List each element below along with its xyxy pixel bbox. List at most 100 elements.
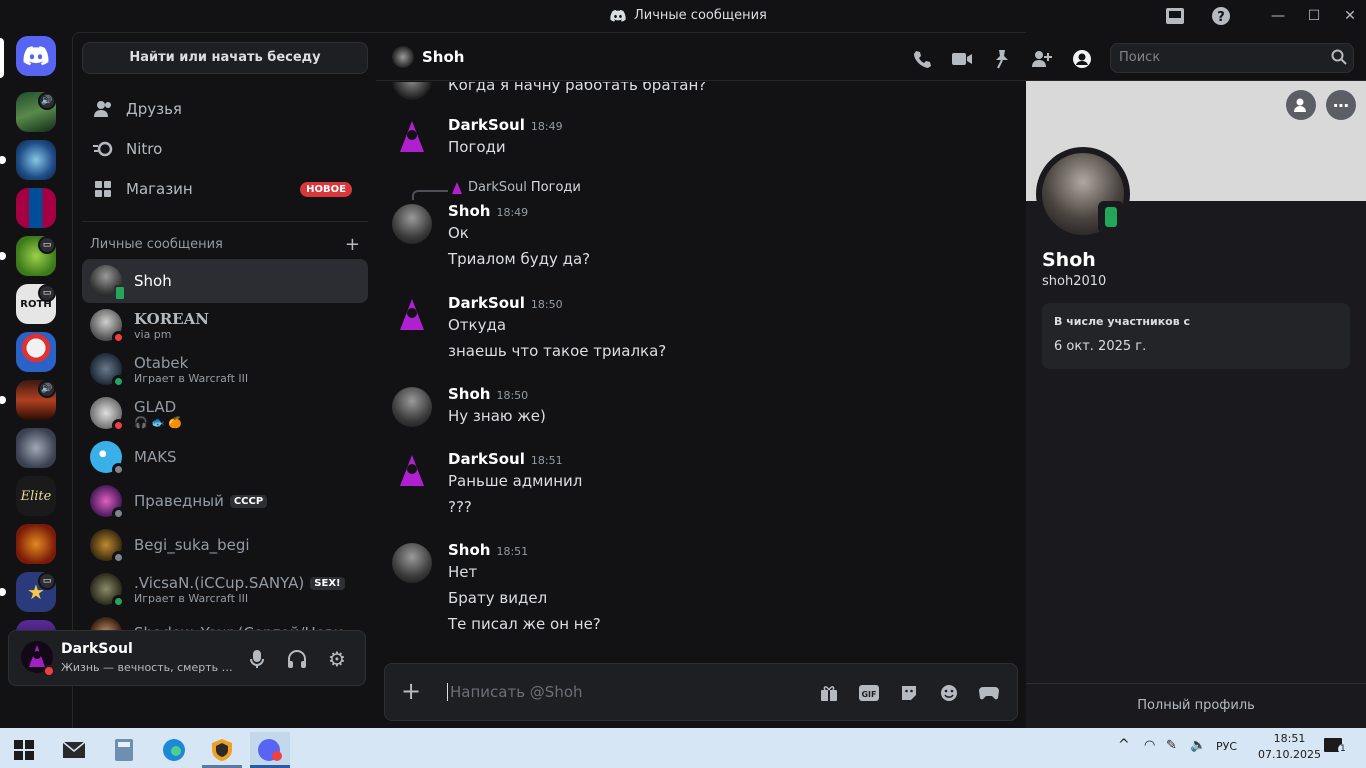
emoji-icon[interactable] — [937, 681, 961, 705]
microphone-icon[interactable] — [245, 647, 269, 671]
avatar — [90, 353, 125, 388]
gif-icon[interactable]: GIF — [857, 681, 881, 705]
profile-avatar[interactable] — [1036, 147, 1130, 241]
avatar[interactable] — [392, 118, 432, 158]
message-line: Те писал же он не? — [448, 615, 601, 633]
more-options-icon[interactable]: ⋯ — [1326, 90, 1356, 120]
author-name: Shoh — [448, 202, 491, 220]
screen-share-icon: ▭ — [38, 236, 56, 254]
shield-app-icon[interactable] — [202, 732, 242, 768]
video-call-icon[interactable] — [950, 47, 974, 71]
show-hidden-icons-chevron-icon[interactable]: ^ — [1118, 737, 1130, 753]
message-author[interactable]: DarkSoul 18:49 — [448, 116, 563, 134]
pin-icon[interactable] — [990, 47, 1014, 71]
sticker-icon[interactable] — [897, 681, 921, 705]
attach-plus-icon[interactable]: + — [401, 678, 421, 704]
avatar[interactable] — [392, 296, 432, 336]
user-profile-icon[interactable] — [1070, 47, 1094, 71]
calculator-icon[interactable] — [104, 732, 144, 768]
avatar[interactable] — [392, 204, 432, 244]
message-author[interactable]: DarkSoul 18:51 — [448, 450, 563, 468]
server-icon-fcb[interactable] — [16, 188, 56, 228]
network-wifi-icon[interactable]: ◠ — [1144, 738, 1155, 753]
server-list: 🔊 ▭ ROTH ▭ 🔊 Elite ★ ▭ — [0, 32, 72, 728]
mail-icon[interactable] — [54, 732, 94, 768]
dm-item-shoh[interactable]: Shoh — [82, 259, 368, 303]
author-name: DarkSoul — [448, 450, 525, 468]
volume-speaker-icon[interactable]: 🔈 — [1190, 738, 1206, 753]
nav-friends[interactable]: Друзья — [82, 91, 368, 127]
search-icon — [1331, 49, 1347, 69]
composer-placeholder[interactable]: Написать @Shoh — [447, 683, 583, 701]
nav-nitro-label: Nitro — [126, 140, 163, 158]
avatar[interactable] — [392, 387, 432, 427]
avatar — [392, 46, 414, 68]
notifications-icon[interactable]: 1 — [1324, 738, 1348, 756]
unread-dot — [0, 396, 6, 404]
server-icon-emblem[interactable] — [16, 140, 56, 180]
close-button[interactable]: ✕ — [1338, 6, 1362, 26]
dm-sub: Играет в Warcraft III — [134, 591, 249, 605]
dm-sub: 🎧 🐟 🍊 — [134, 415, 183, 429]
avatar — [90, 397, 125, 432]
add-friends-dm-icon[interactable] — [1030, 47, 1054, 71]
message-author[interactable]: Shoh 18:50 — [448, 385, 528, 403]
hooded-figure-icon — [400, 299, 424, 330]
server-icon-helmet[interactable] — [16, 428, 56, 468]
activities-gamepad-icon[interactable] — [977, 681, 1001, 705]
full-profile-button[interactable]: Полный профиль — [1026, 683, 1366, 728]
dm-item-otabek[interactable]: Otabek Играет в Warcraft III — [82, 347, 368, 391]
home-dm-button[interactable] — [16, 36, 56, 76]
input-language[interactable]: РУС — [1216, 740, 1237, 753]
reply-preview[interactable]: DarkSoul Погоди — [450, 180, 581, 195]
status-offline — [112, 551, 125, 564]
voice-call-icon[interactable] — [910, 47, 934, 71]
edge-browser-icon[interactable] — [154, 732, 194, 768]
discord-taskbar-icon[interactable] — [250, 732, 290, 768]
gift-icon[interactable] — [817, 681, 841, 705]
headphones-icon[interactable] — [285, 647, 309, 671]
chat-recipient[interactable]: Shoh — [392, 46, 464, 68]
dm-item-korean[interactable]: KOREAN via pm — [82, 303, 368, 347]
new-badge: НОВОЕ — [300, 181, 352, 197]
dm-item-maks[interactable]: MAKS — [82, 435, 368, 479]
server-icon-penguin[interactable] — [16, 332, 56, 372]
server-icon-elite[interactable]: Elite — [16, 476, 56, 516]
message-author[interactable]: Shoh 18:49 — [448, 202, 528, 220]
message-author[interactable]: Shoh 18:51 — [448, 541, 528, 559]
search-placeholder: Поиск — [1119, 50, 1161, 65]
system-clock[interactable]: 18:51 07.10.2025 — [1258, 731, 1321, 763]
avatar[interactable] — [392, 452, 432, 492]
maximize-button[interactable]: ☐ — [1302, 6, 1326, 26]
dm-name: KOREAN — [134, 309, 209, 328]
message-time: 18:49 — [496, 206, 529, 219]
settings-gear-icon[interactable]: ⚙ — [325, 647, 349, 671]
help-icon[interactable]: ? — [1210, 6, 1232, 26]
author-name: DarkSoul — [448, 116, 525, 134]
message-composer[interactable]: + Написать @Shoh GIF — [384, 663, 1018, 721]
nav-shop[interactable]: Магазин НОВОЕ — [82, 171, 368, 207]
search-input[interactable]: Поиск — [1110, 43, 1354, 73]
message-line: Брату видел — [448, 589, 548, 607]
author-name: DarkSoul — [448, 294, 525, 312]
message-author[interactable]: DarkSoul 18:50 — [448, 294, 563, 312]
shop-icon — [92, 178, 114, 200]
dm-item-begi[interactable]: Begi_suka_begi — [82, 523, 368, 567]
discord-app: Личные сообщения ? — ☐ ✕ 🔊 ▭ ROTH ▭ 🔊 El… — [0, 0, 1366, 728]
server-icon-warrior[interactable] — [16, 524, 56, 564]
nav-nitro[interactable]: Nitro — [82, 131, 368, 167]
dm-item-vicsan[interactable]: .VicsaN.(iCCup.SANYA) SEX! Играет в Warcra… — [82, 567, 368, 611]
dm-name: GLAD — [134, 397, 177, 416]
friend-status-icon[interactable] — [1286, 90, 1316, 120]
dm-item-glad[interactable]: GLAD 🎧 🐟 🍊 — [82, 391, 368, 435]
dm-item-pravedny[interactable]: Праведный СССР — [82, 479, 368, 523]
create-dm-plus-icon[interactable]: + — [345, 234, 360, 255]
pen-touch-icon[interactable]: ✎ — [1166, 738, 1177, 753]
windows-start-icon[interactable] — [4, 732, 44, 768]
avatar[interactable] — [392, 543, 432, 583]
find-conversation-button[interactable]: Найти или начать беседу — [82, 42, 368, 74]
inbox-icon[interactable] — [1164, 6, 1186, 26]
voice-speaker-icon: 🔊 — [38, 92, 56, 110]
minimize-button[interactable]: — — [1266, 6, 1290, 26]
user-status: Жизнь — вечность, смерть — мгновение — [61, 661, 233, 674]
